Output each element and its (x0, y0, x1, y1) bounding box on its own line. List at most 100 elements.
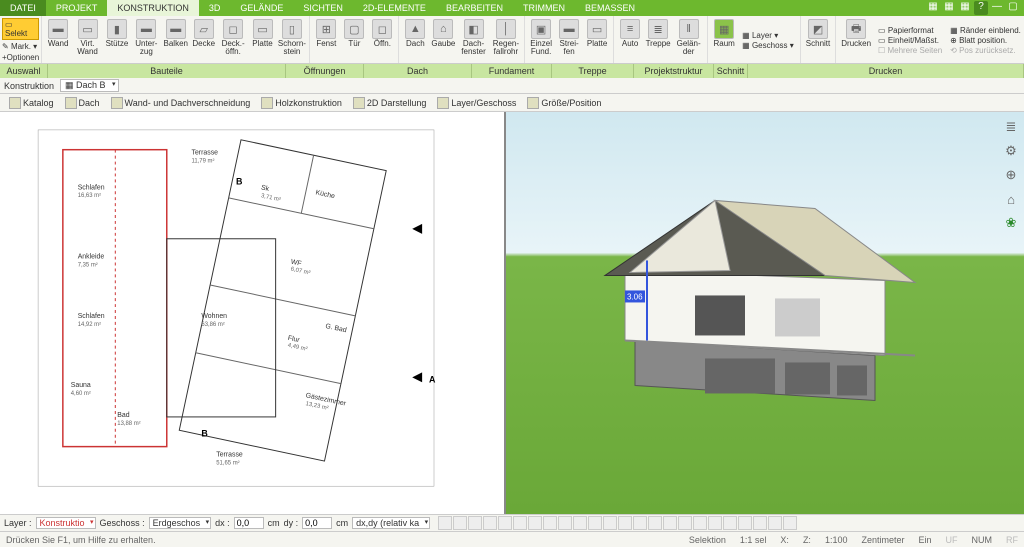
mini-8[interactable] (543, 516, 557, 530)
view-settings-icon[interactable]: ⚙ (1002, 142, 1020, 160)
layer-geschoss-button[interactable]: Layer/Geschoss (432, 95, 521, 111)
mini-24[interactable] (783, 516, 797, 530)
title-icon-1[interactable]: ▦ (926, 1, 940, 15)
tab-2delemente[interactable]: 2D-ELEMENTE (353, 0, 436, 16)
pos-reset-button[interactable]: ⟲ Pos zurücksetz. (950, 46, 1021, 55)
tree-icon[interactable]: ❀ (1002, 214, 1020, 232)
decke-button[interactable]: ▱Decke (191, 18, 217, 63)
balken-button[interactable]: ▬Balken (163, 18, 189, 63)
help-icon[interactable]: ? (974, 1, 988, 15)
layer-select[interactable]: Konstruktio (36, 517, 96, 529)
regenfallrohr-button[interactable]: │Regen-fallrohr (491, 18, 521, 63)
mini-15[interactable] (648, 516, 662, 530)
status-ein: Ein (918, 535, 931, 545)
mini-17[interactable] (678, 516, 692, 530)
deckoeffn-button[interactable]: ◻Deck.-öffn. (219, 18, 248, 63)
group-dach: ▲Dach ⌂Gaube ◧Dach-fenster │Regen-fallro… (399, 16, 525, 63)
gaube-button[interactable]: ⌂Gaube (430, 18, 456, 63)
tab-sichten[interactable]: SICHTEN (293, 0, 353, 16)
mini-12[interactable] (603, 516, 617, 530)
mini-20[interactable] (723, 516, 737, 530)
katalog-button[interactable]: Katalog (4, 95, 59, 111)
platte-button[interactable]: ▭Platte (250, 18, 276, 63)
tab-bemassen[interactable]: BEMASSEN (575, 0, 645, 16)
mini-22[interactable] (753, 516, 767, 530)
options-button[interactable]: +Optionen (2, 53, 39, 62)
schornstein-button[interactable]: ▯Schorn-stein (278, 18, 307, 63)
tab-trimmen[interactable]: TRIMMEN (513, 0, 575, 16)
dxdy-mode[interactable]: dx,dy (relativ ka (352, 517, 430, 529)
layer-dropdown[interactable]: ▦ Layer ▾ (742, 31, 794, 40)
mini-1[interactable] (438, 516, 452, 530)
mini-18[interactable] (693, 516, 707, 530)
raum-button[interactable]: ▦Raum (711, 18, 737, 63)
oeffn-button[interactable]: ◻Öffn. (369, 18, 395, 63)
maximize-icon[interactable]: ▢ (1006, 1, 1020, 15)
holzkonstruktion-button[interactable]: Holzkonstruktion (256, 95, 347, 111)
dachfenster-button[interactable]: ◧Dach-fenster (458, 18, 488, 63)
mini-14[interactable] (633, 516, 647, 530)
raender-button[interactable]: ▦ Ränder einblend. (950, 26, 1021, 35)
svg-text:Ankleide: Ankleide (78, 254, 105, 261)
tab-3d[interactable]: 3D (199, 0, 231, 16)
tab-konstruktion[interactable]: KONSTRUKTION (107, 0, 199, 16)
mini-9[interactable] (558, 516, 572, 530)
grouplabel-projekt: Projektstruktur (634, 64, 714, 78)
dy-input[interactable] (302, 517, 332, 529)
mini-19[interactable] (708, 516, 722, 530)
tuer-button[interactable]: ▢Tür (341, 18, 367, 63)
fenster-button[interactable]: ⊞Fenst (313, 18, 339, 63)
geschoss-dropdown[interactable]: ▦ Geschoss ▾ (742, 41, 794, 50)
stuetze-button[interactable]: ▮Stütze (104, 18, 130, 63)
treppe-auto-button[interactable]: ≡Auto (617, 18, 643, 63)
schnitt-button[interactable]: ◩Schnitt (804, 18, 832, 63)
streifen-button[interactable]: ▬Strei-fen (556, 18, 582, 63)
floorplan-pane[interactable]: Schlafen 16,63 m² Ankleide 7,35 m² Schla… (0, 112, 506, 514)
home-icon[interactable]: ⌂ (1002, 190, 1020, 208)
groesse-position-button[interactable]: Größe/Position (522, 95, 606, 111)
mini-7[interactable] (528, 516, 542, 530)
wand-button[interactable]: ▬Wand (45, 18, 71, 63)
einzelfund-button[interactable]: ▣Einzel Fund. (528, 18, 554, 63)
virtwand-button[interactable]: ▭Virt. Wand (73, 18, 102, 63)
mehrere-checkbox[interactable]: Mehrere Seiten (878, 46, 942, 55)
blatt-button[interactable]: ⊕ Blatt position. (950, 36, 1021, 45)
compass-icon[interactable]: ⊕ (1002, 166, 1020, 184)
mini-2[interactable] (453, 516, 467, 530)
fundplatte-button[interactable]: ▭Platte (584, 18, 610, 63)
minimize-icon[interactable]: — (990, 1, 1004, 15)
dach-tool-button[interactable]: Dach (60, 95, 105, 111)
unterzug-button[interactable]: ▬Unter-zug (132, 18, 161, 63)
mini-6[interactable] (513, 516, 527, 530)
mini-13[interactable] (618, 516, 632, 530)
geschoss-select[interactable]: Erdgeschos (149, 517, 212, 529)
3d-pane[interactable]: ≣ ⚙ ⊕ ⌂ ❀ (506, 112, 1024, 514)
mini-10[interactable] (573, 516, 587, 530)
mini-16[interactable] (663, 516, 677, 530)
tab-projekt[interactable]: PROJEKT (46, 0, 108, 16)
treppe-button[interactable]: ≣Treppe (645, 18, 671, 63)
einheit-button[interactable]: ▭ Einheit/Maßst. (878, 36, 942, 45)
tab-bearbeiten[interactable]: BEARBEITEN (436, 0, 513, 16)
papierformat-button[interactable]: ▭ Papierformat (878, 26, 942, 35)
wand-verschneidung-button[interactable]: Wand- und Dachverschneidung (106, 95, 256, 111)
dx-input[interactable] (234, 517, 264, 529)
tab-gelaende[interactable]: GELÄNDE (230, 0, 293, 16)
mini-4[interactable] (483, 516, 497, 530)
title-icon-3[interactable]: ▦ (958, 1, 972, 15)
subbar-dropdown[interactable]: ▦ Dach B (60, 79, 119, 92)
title-icon-2[interactable]: ▦ (942, 1, 956, 15)
drucken-button[interactable]: 🖶Drucken (839, 18, 873, 63)
select-button[interactable]: ▭ Selekt (2, 18, 39, 40)
layers-icon[interactable]: ≣ (1002, 118, 1020, 136)
mark-button[interactable]: ✎ Mark. ▾ (2, 42, 39, 51)
tab-datei[interactable]: DATEI (0, 0, 46, 16)
mini-11[interactable] (588, 516, 602, 530)
mini-21[interactable] (738, 516, 752, 530)
mini-5[interactable] (498, 516, 512, 530)
gelaender-button[interactable]: ‖Gelän-der (673, 18, 704, 63)
mini-23[interactable] (768, 516, 782, 530)
2d-darstellung-button[interactable]: 2D Darstellung (348, 95, 432, 111)
dach-button[interactable]: ▲Dach (402, 18, 428, 63)
mini-3[interactable] (468, 516, 482, 530)
